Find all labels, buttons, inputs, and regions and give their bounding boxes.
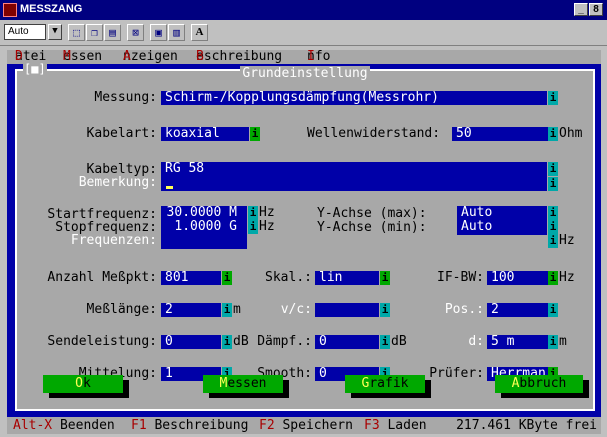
dropdown-icon[interactable]: i bbox=[222, 271, 232, 285]
vc-label: v/c: bbox=[280, 302, 312, 317]
fullscreen-icon[interactable]: ⊠ bbox=[127, 24, 144, 41]
db-unit: dB bbox=[233, 334, 249, 349]
window-titlebar: MESSZANG _ 8 bbox=[0, 0, 607, 20]
abbruch-button[interactable]: Abbruch bbox=[495, 375, 583, 393]
indicator-icon[interactable]: i bbox=[222, 335, 232, 349]
dropdown-icon[interactable]: i bbox=[548, 271, 558, 285]
sendeleistung-field[interactable]: 0 bbox=[161, 335, 221, 349]
kabelart-label: Kabelart: bbox=[86, 126, 157, 141]
background-icon[interactable]: ▥ bbox=[168, 24, 185, 41]
indicator-icon[interactable]: i bbox=[380, 303, 390, 317]
y-achse-min-label: Y-Achse (min): bbox=[317, 220, 427, 235]
ifbw-label: IF-BW: bbox=[437, 270, 484, 285]
dos-screen: Datei Messen Anzeigen Beschreibung Info … bbox=[4, 47, 604, 437]
status-item-laden[interactable]: F3 Laden bbox=[364, 417, 427, 434]
ifbw-field[interactable]: 100 bbox=[487, 271, 548, 285]
wellenwiderstand-label: Wellenwiderstand: bbox=[307, 126, 441, 141]
minimize-button[interactable]: _ bbox=[574, 3, 588, 16]
d-label: d: bbox=[468, 334, 484, 349]
indicator-icon[interactable]: i bbox=[548, 220, 558, 234]
anzahl-label: Anzahl Meßpkt: bbox=[47, 270, 157, 285]
ok-button[interactable]: Ok bbox=[43, 375, 123, 393]
indicator-icon[interactable]: i bbox=[548, 206, 558, 220]
text-cursor bbox=[166, 186, 173, 189]
messlaenge-field[interactable]: 2 bbox=[161, 303, 221, 317]
y-achse-max-field[interactable]: Auto bbox=[461, 206, 492, 220]
status-item-beenden[interactable]: Alt-X Beenden bbox=[13, 417, 115, 434]
restore-button[interactable]: 8 bbox=[589, 3, 603, 16]
bemerkung-label: Bemerkung: bbox=[78, 175, 157, 190]
wellenwiderstand-field[interactable]: 50 bbox=[452, 127, 548, 141]
dropdown-icon[interactable]: i bbox=[250, 127, 260, 141]
d-field[interactable]: 5 m bbox=[487, 335, 548, 349]
indicator-icon[interactable]: i bbox=[548, 127, 558, 141]
mark-icon[interactable]: ⬚ bbox=[68, 24, 85, 41]
hz-unit: Hz bbox=[559, 270, 575, 285]
m-unit: m bbox=[559, 334, 567, 349]
pos-label: Pos.: bbox=[444, 302, 484, 317]
stopfrequenz-field[interactable]: 1.0000 G bbox=[174, 220, 237, 234]
dropdown-icon[interactable]: i bbox=[380, 271, 390, 285]
indicator-icon[interactable]: i bbox=[548, 91, 558, 105]
kabelart-field[interactable]: koaxial bbox=[161, 127, 249, 141]
status-item-speichern[interactable]: F2 Speichern bbox=[259, 417, 353, 434]
font-size-select[interactable]: Auto bbox=[4, 24, 46, 40]
kabeltyp-bemerkung-box[interactable]: RG 58 bbox=[161, 162, 547, 191]
db-unit: dB bbox=[391, 334, 407, 349]
skal-field[interactable]: lin bbox=[315, 271, 379, 285]
anzahl-field[interactable]: 801 bbox=[161, 271, 221, 285]
grundeinstellung-dialog: [■] Grundeinstellung Messung: Schirm-/Ko… bbox=[15, 62, 595, 411]
messlaenge-label: Meßlänge: bbox=[86, 302, 157, 317]
indicator-icon[interactable]: i bbox=[548, 303, 558, 317]
memory-status: 217.461 KByte frei bbox=[456, 418, 597, 433]
skal-label: Skal.: bbox=[265, 270, 312, 285]
messung-label: Messung: bbox=[94, 90, 157, 105]
hz-unit: Hz bbox=[559, 233, 575, 248]
hz-unit: Hz bbox=[259, 219, 275, 234]
indicator-icon[interactable]: i bbox=[548, 162, 558, 176]
properties-icon[interactable]: ▣ bbox=[150, 24, 167, 41]
daempf-label: Dämpf.: bbox=[257, 334, 312, 349]
indicator-icon[interactable]: i bbox=[548, 335, 558, 349]
indicator-icon[interactable]: i bbox=[548, 234, 558, 248]
dialog-title: Grundeinstellung bbox=[240, 66, 370, 81]
status-bar: Alt-X Beenden F1 Beschreibung F2 Speiche… bbox=[7, 417, 601, 434]
font-icon[interactable]: A bbox=[191, 24, 208, 41]
kabeltyp-field[interactable]: RG 58 bbox=[165, 162, 204, 176]
pos-field[interactable]: 2 bbox=[487, 303, 548, 317]
startfrequenz-field[interactable]: 30.0000 M bbox=[167, 206, 237, 220]
indicator-icon[interactable]: i bbox=[380, 335, 390, 349]
messen-button[interactable]: Messen bbox=[203, 375, 283, 393]
vc-field[interactable] bbox=[315, 303, 379, 317]
indicator-icon[interactable]: i bbox=[222, 303, 232, 317]
chevron-down-icon[interactable]: ▼ bbox=[48, 24, 62, 40]
messung-field[interactable]: Schirm-/Kopplungsdämpfung(Messrohr) bbox=[161, 91, 547, 105]
daempf-field[interactable]: 0 bbox=[315, 335, 379, 349]
status-item-beschreibung[interactable]: F1 Beschreibung bbox=[131, 417, 248, 434]
copy-icon[interactable]: ❐ bbox=[86, 24, 103, 41]
y-achse-max-label: Y-Achse (max): bbox=[317, 206, 427, 221]
y-achse-min-field[interactable]: Auto bbox=[461, 220, 492, 234]
indicator-icon[interactable]: i bbox=[548, 177, 558, 191]
frequenzen-label: Frequenzen: bbox=[70, 233, 157, 248]
ohm-unit: Ohm bbox=[559, 126, 583, 141]
indicator-icon[interactable]: i bbox=[248, 206, 258, 220]
toolbar: Auto ▼ ⬚ ❐ ▤ ⊠ ▣ ▥ A bbox=[0, 20, 607, 46]
indicator-icon[interactable]: i bbox=[248, 220, 258, 234]
window-title: MESSZANG bbox=[20, 3, 83, 15]
app-icon bbox=[3, 3, 17, 17]
hz-unit: Hz bbox=[259, 205, 275, 220]
paste-icon[interactable]: ▤ bbox=[104, 24, 121, 41]
sendeleistung-label: Sendeleistung: bbox=[47, 334, 157, 349]
grafik-button[interactable]: Grafik bbox=[345, 375, 425, 393]
m-unit: m bbox=[233, 302, 241, 317]
